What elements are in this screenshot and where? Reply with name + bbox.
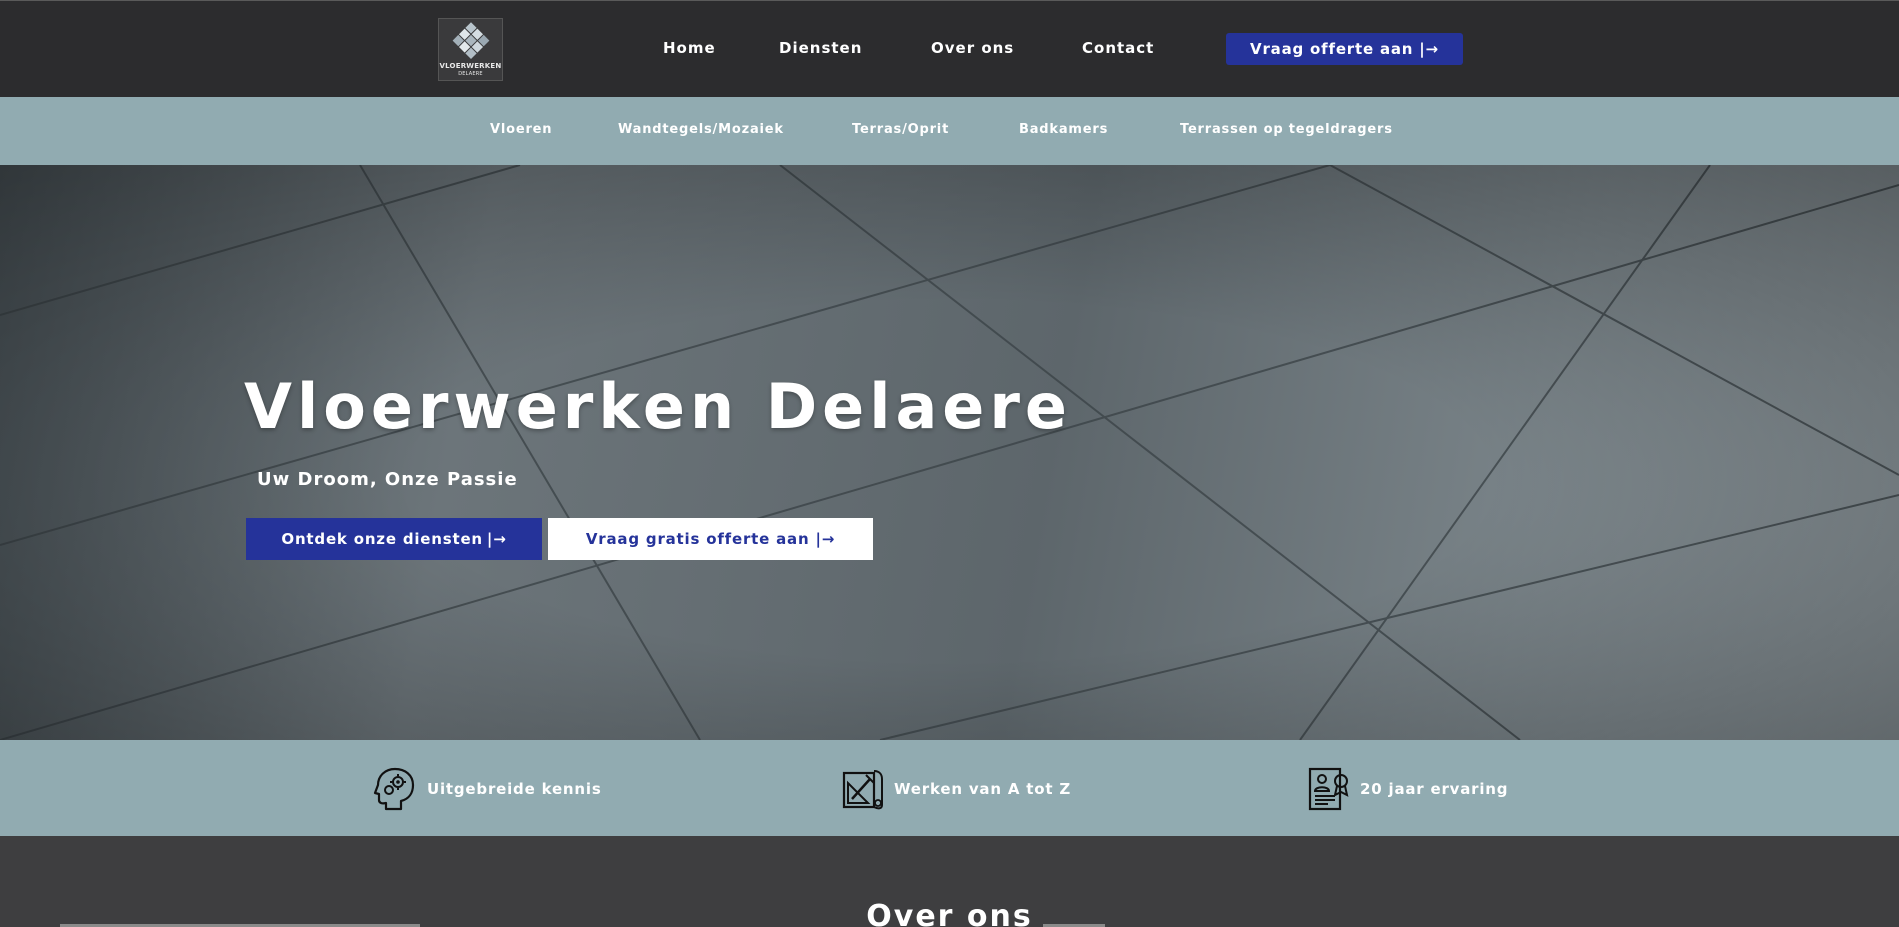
nav-diensten[interactable]: Diensten (779, 39, 862, 57)
request-quote-label: Vraag offerte aan (1250, 40, 1414, 58)
certificate-icon (1308, 767, 1349, 811)
feature-experience: 20 jaar ervaring (1306, 764, 1508, 814)
hero-subtitle: Uw Droom, Onze Passie (257, 469, 518, 490)
subnav-vloeren[interactable]: Vloeren (490, 122, 552, 137)
feature-label: Werken van A tot Z (894, 780, 1072, 798)
head-gears-icon (373, 767, 415, 811)
hero-title: Vloerwerken Delaere (244, 370, 1072, 443)
nav-contact[interactable]: Contact (1082, 39, 1154, 57)
site-logo[interactable]: VLOERWERKEN DELAERE (438, 18, 503, 81)
free-quote-label: Vraag gratis offerte aan (585, 530, 810, 548)
free-quote-button[interactable]: Vraag gratis offerte aan |→ (548, 518, 873, 560)
arrow-right-icon: |→ (486, 530, 507, 548)
hero-section: Vloerwerken Delaere Uw Droom, Onze Passi… (0, 165, 1899, 740)
feature-label: 20 jaar ervaring (1360, 780, 1509, 798)
feature-a-to-z: Werken van A tot Z (840, 764, 1071, 814)
discover-services-label: Ontdek onze diensten (281, 530, 483, 548)
nav-home[interactable]: Home (663, 39, 716, 57)
request-quote-button[interactable]: Vraag offerte aan |→ (1226, 33, 1463, 65)
about-section: Over ons (0, 836, 1899, 927)
tile-grid-logo-icon (452, 22, 490, 59)
blueprint-tools-icon (842, 770, 883, 810)
subnav-terrassen-tegeldragers[interactable]: Terrassen op tegeldragers (1180, 122, 1393, 137)
feature-knowledge: Uitgebreide kennis (373, 764, 602, 814)
subnav-wandtegels[interactable]: Wandtegels/Mozaiek (618, 122, 784, 137)
logo-text-secondary: DELAERE (458, 71, 483, 77)
subnav-badkamers[interactable]: Badkamers (1019, 122, 1108, 137)
arrow-right-icon: |→ (815, 530, 836, 548)
subnav-terras-oprit[interactable]: Terras/Oprit (852, 122, 949, 137)
top-header: VLOERWERKEN DELAERE Home Diensten Over o… (0, 0, 1899, 97)
logo-text-primary: VLOERWERKEN (439, 62, 502, 70)
arrow-right-icon: |→ (1419, 40, 1439, 58)
features-band: Uitgebreide kennis Werken van A tot Z 20 (0, 740, 1899, 836)
discover-services-button[interactable]: Ontdek onze diensten |→ (246, 518, 542, 560)
hero-vignette (0, 165, 1899, 740)
nav-over-ons[interactable]: Over ons (931, 39, 1014, 57)
service-subnav: Vloeren Wandtegels/Mozaiek Terras/Oprit … (0, 97, 1899, 165)
feature-label: Uitgebreide kennis (427, 780, 602, 798)
about-title: Over ons (866, 899, 1033, 927)
